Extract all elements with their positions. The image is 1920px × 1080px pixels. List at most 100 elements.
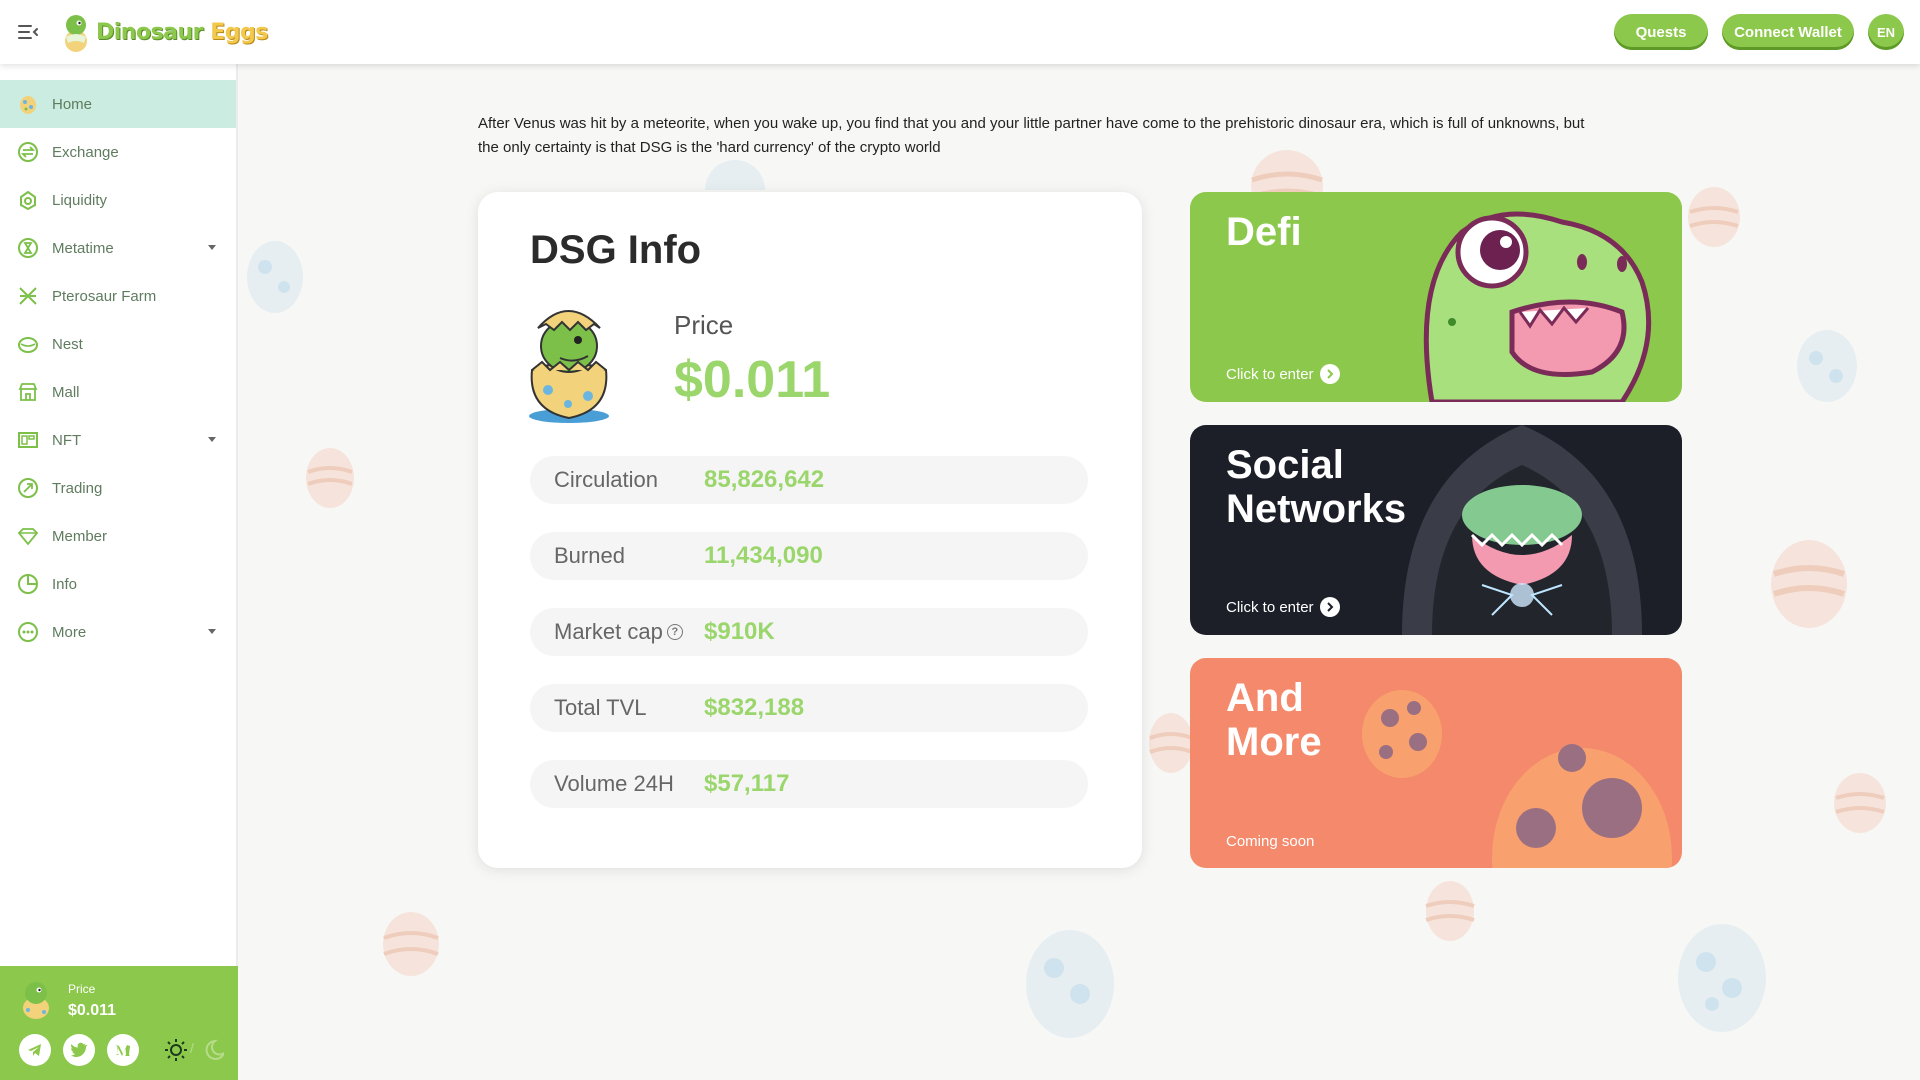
sidebar-item-home[interactable]: Home xyxy=(0,80,236,128)
arrow-right-icon xyxy=(1319,597,1340,617)
sidebar-item-label: More xyxy=(52,623,87,641)
card-cta[interactable]: Click to enter xyxy=(1226,364,1340,384)
top-header: Dinosaur Eggs Quests Connect Wallet EN xyxy=(0,0,1920,64)
more-icon xyxy=(16,620,40,644)
sidebar-item-mall[interactable]: Mall xyxy=(0,368,236,416)
decor-egg-icon xyxy=(1834,773,1886,833)
diamond-icon xyxy=(16,524,40,548)
sidebar-item-member[interactable]: Member xyxy=(0,512,236,560)
quests-button[interactable]: Quests xyxy=(1614,14,1708,50)
home-egg-icon xyxy=(16,92,40,116)
chevron-down-icon xyxy=(208,437,216,442)
sidebar-item-label: Pterosaur Farm xyxy=(52,287,157,305)
card-cta-label: Coming soon xyxy=(1226,833,1315,850)
sidebar-item-nest[interactable]: Nest xyxy=(0,320,236,368)
sidebar-item-metatime[interactable]: Metatime xyxy=(0,224,236,272)
card-title: Social Networks xyxy=(1226,443,1407,531)
stat-circulation: Circulation 85,826,642 xyxy=(530,456,1088,504)
decor-egg-icon xyxy=(383,912,439,976)
sidebar-item-nft[interactable]: NFT xyxy=(0,416,236,464)
sidebar-item-label: Trading xyxy=(52,479,103,497)
sidebar-item-label: Liquidity xyxy=(52,191,108,209)
sidebar-item-liquidity[interactable]: Liquidity xyxy=(0,176,236,224)
sidebar-item-label: Info xyxy=(52,575,78,593)
dino-defi-art-icon xyxy=(1423,211,1652,402)
brand-name: Dinosaur Eggs xyxy=(96,19,268,45)
liquidity-icon xyxy=(16,188,40,212)
stat-market-cap: Market cap ? $910K xyxy=(530,608,1088,656)
pie-chart-icon xyxy=(16,572,40,596)
decor-egg-icon xyxy=(247,241,303,313)
trading-icon xyxy=(16,476,40,500)
price-label: Price xyxy=(674,310,734,340)
sidebar-item-label: Exchange xyxy=(52,143,119,161)
defi-card[interactable]: Defi Click to enter xyxy=(1190,192,1682,402)
decor-egg-icon xyxy=(1026,930,1114,1038)
sidebar-item-trading[interactable]: Trading xyxy=(0,464,236,512)
theme-divider: / xyxy=(190,1040,194,1056)
stat-value: 11,434,090 xyxy=(704,542,823,569)
telegram-icon[interactable] xyxy=(19,1034,51,1066)
card-cta[interactable]: Click to enter xyxy=(1226,597,1340,617)
stat-burned: Burned 11,434,090 xyxy=(530,532,1088,580)
stat-value: $910K xyxy=(704,618,775,645)
info-title: DSG Info xyxy=(530,228,702,272)
shop-icon xyxy=(16,380,40,404)
sidebar-item-exchange[interactable]: Exchange xyxy=(0,128,236,176)
sidebar-item-label: Member xyxy=(52,527,108,545)
card-title: And More xyxy=(1226,676,1322,764)
and-more-card: And More Coming soon xyxy=(1190,658,1682,868)
stat-value: 85,826,642 xyxy=(704,466,825,493)
chevron-down-icon xyxy=(208,629,216,634)
footer-price-label: Price xyxy=(68,982,96,996)
card-title: Defi xyxy=(1226,210,1302,254)
stat-value: $57,117 xyxy=(704,770,790,797)
main-content: After Venus was hit by a meteorite, when… xyxy=(240,64,1920,1080)
sidebar-item-label: Metatime xyxy=(52,239,114,257)
moon-icon[interactable] xyxy=(200,1038,224,1062)
medium-icon[interactable] xyxy=(107,1034,139,1066)
stat-label: Market cap xyxy=(554,619,663,644)
decor-egg-icon xyxy=(1149,713,1193,773)
stat-label: Total TVL xyxy=(554,695,647,720)
card-cta-label: Click to enter xyxy=(1226,365,1314,383)
sidebar-item-label: Home xyxy=(52,95,93,113)
decor-egg-icon xyxy=(1425,881,1475,941)
nest-icon xyxy=(16,332,40,356)
stat-label: Volume 24H xyxy=(554,771,674,796)
dino-logo-icon xyxy=(65,15,87,52)
brand-logo[interactable]: Dinosaur Eggs xyxy=(60,10,268,54)
connect-wallet-button[interactable]: Connect Wallet xyxy=(1722,14,1854,50)
decor-egg-icon xyxy=(1688,187,1740,247)
sidebar-nav: Home Exchange Liquidity Metatime Pterosa… xyxy=(0,80,236,656)
farm-icon xyxy=(16,284,40,308)
sidebar-item-pterosaur-farm[interactable]: Pterosaur Farm xyxy=(0,272,236,320)
decor-egg-icon xyxy=(1771,540,1847,628)
dino-egg-mascot-icon xyxy=(529,310,609,423)
sidebar-item-label: NFT xyxy=(52,431,82,449)
stat-label: Burned xyxy=(554,543,625,568)
sidebar-item-info[interactable]: Info xyxy=(0,560,236,608)
language-button[interactable]: EN xyxy=(1868,14,1904,50)
stat-label: Circulation xyxy=(554,467,658,492)
sidebar-item-more[interactable]: More xyxy=(0,608,236,656)
dino-avatar-icon xyxy=(23,982,49,1019)
menu-collapse-icon[interactable] xyxy=(16,20,40,44)
price-value: $0.011 xyxy=(674,351,831,409)
dsg-info-card: DSG Info Price $0.011 Circulation 85,826… xyxy=(478,192,1142,868)
sidebar: Home Exchange Liquidity Metatime Pterosa… xyxy=(0,64,238,1080)
card-cta: Coming soon xyxy=(1226,833,1314,850)
help-icon[interactable]: ? xyxy=(666,624,683,640)
chevron-down-icon xyxy=(208,245,216,250)
stat-label-group: Market cap ? xyxy=(554,619,683,645)
decor-egg-icon xyxy=(306,448,354,508)
social-networks-card[interactable]: Social Networks Click to enter xyxy=(1190,425,1682,635)
exchange-icon xyxy=(16,140,40,164)
decor-egg-icon xyxy=(1678,924,1766,1032)
stat-volume-24h: Volume 24H $57,117 xyxy=(530,760,1088,808)
decor-egg-icon xyxy=(1797,330,1857,402)
sun-icon[interactable] xyxy=(164,1038,188,1062)
sidebar-item-label: Mall xyxy=(52,383,80,401)
eggs-art-icon xyxy=(1362,690,1672,868)
twitter-icon[interactable] xyxy=(63,1034,95,1066)
